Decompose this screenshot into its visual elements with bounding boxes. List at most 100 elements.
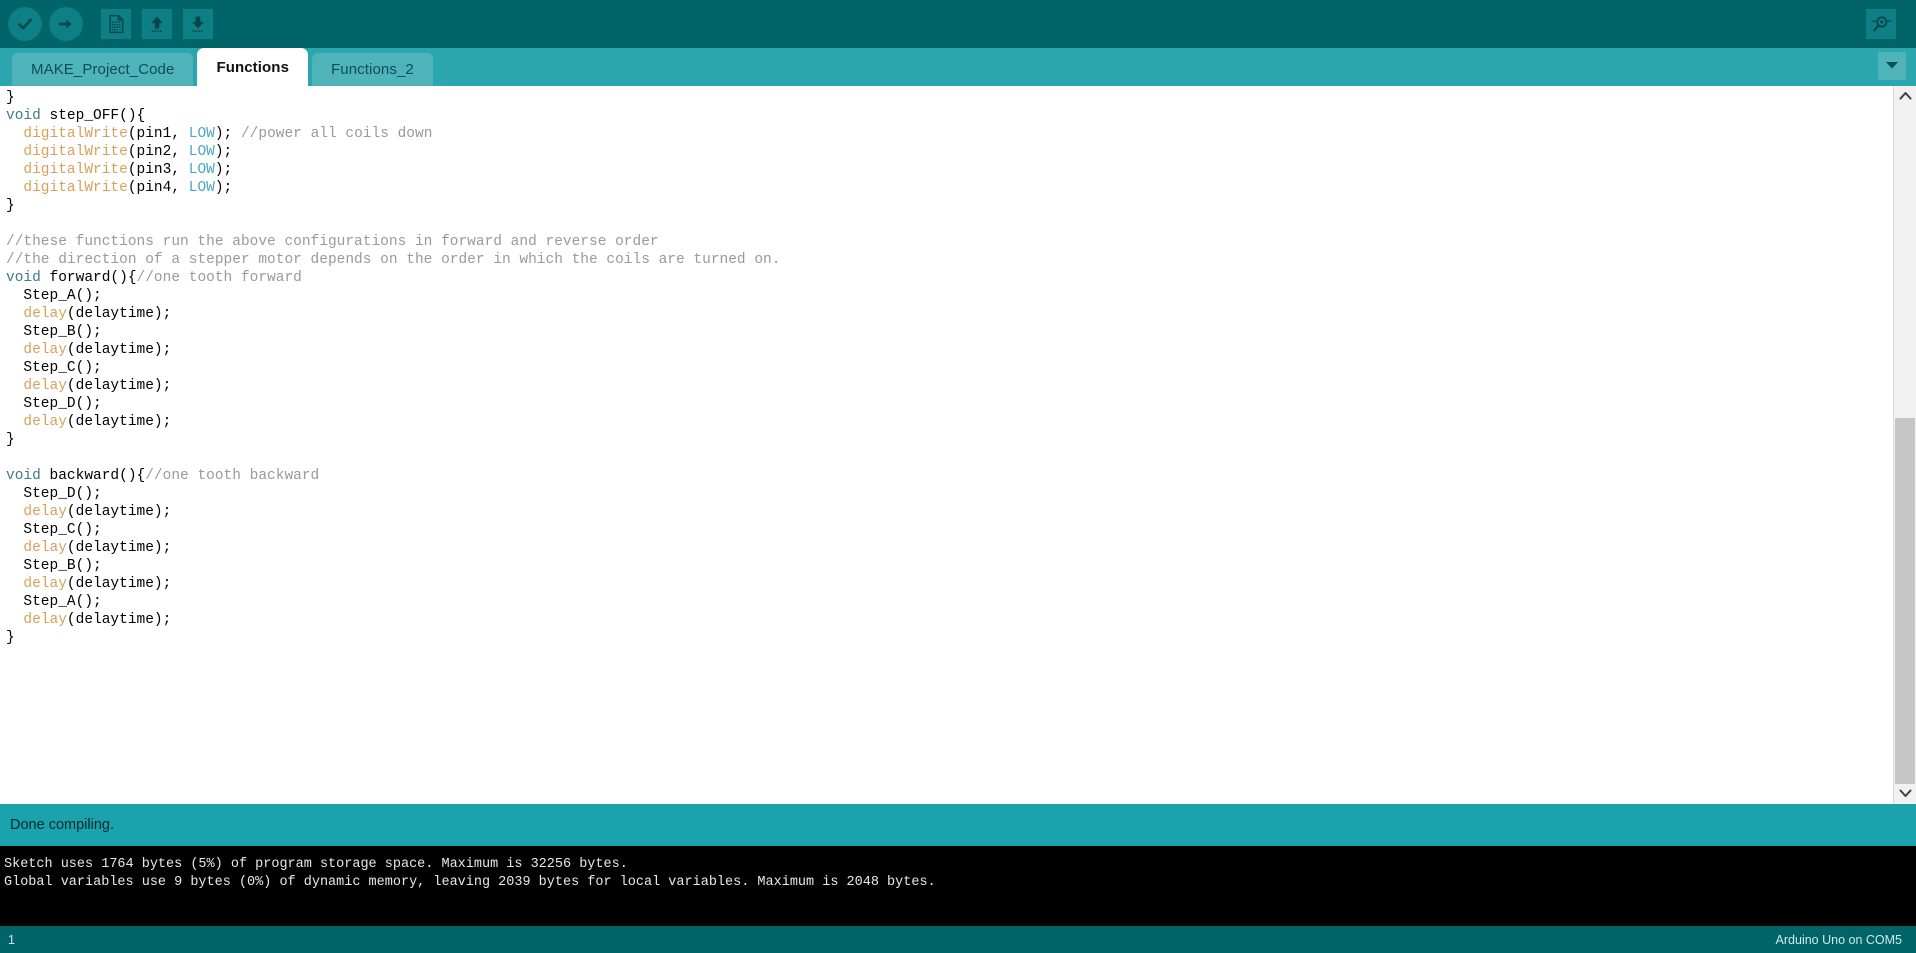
code-token: );: [214, 144, 233, 160]
code-token: //one tooth forward: [136, 270, 302, 286]
tab-label: MAKE_Project_Code: [31, 61, 175, 78]
code-token: void: [6, 108, 41, 124]
code-token: (delaytime);: [66, 504, 172, 520]
code-line: }: [6, 629, 1893, 647]
code-line: Step_C();: [6, 521, 1893, 539]
code-line: Step_A();: [6, 593, 1893, 611]
arrow-down-icon: [183, 9, 213, 39]
code-token: );: [214, 180, 233, 196]
code-token: delay: [23, 342, 67, 358]
code-token: }: [6, 630, 15, 646]
editor-area: } void step_OFF(){ digitalWrite(pin1, LOW…: [0, 86, 1916, 804]
code-line: void backward(){//one tooth backward: [6, 467, 1893, 485]
console-line: Global variables use 9 bytes (0%) of dyn…: [4, 875, 936, 890]
code-token: delay: [23, 540, 67, 556]
save-sketch-button[interactable]: [181, 7, 215, 41]
new-sketch-button[interactable]: [99, 7, 133, 41]
code-token: //the direction of a stepper motor depen…: [6, 252, 781, 268]
code-token: void: [6, 270, 41, 286]
board-port-info: Arduino Uno on COM5: [1775, 932, 1902, 947]
status-message: Done compiling.: [10, 817, 114, 833]
code-content: } void step_OFF(){ digitalWrite(pin1, LOW…: [0, 86, 1893, 647]
code-token: (delaytime);: [66, 342, 172, 358]
tab-overflow-menu-button[interactable]: [1878, 52, 1906, 80]
code-token: (delaytime);: [66, 414, 172, 430]
tab-make-project-code[interactable]: MAKE_Project_Code: [12, 53, 194, 86]
code-line: delay(delaytime);: [6, 413, 1893, 431]
code-line: delay(delaytime);: [6, 575, 1893, 593]
code-line: //these functions run the above configur…: [6, 233, 1893, 251]
upload-button[interactable]: [49, 7, 83, 41]
console-output[interactable]: Sketch uses 1764 bytes (5%) of program s…: [0, 846, 1916, 926]
code-token: digitalWrite: [23, 162, 128, 178]
magnifier-icon: [1866, 9, 1896, 39]
code-line: void step_OFF(){: [6, 107, 1893, 125]
code-token: (pin4,: [127, 180, 189, 196]
code-token: Step_A();: [6, 288, 102, 304]
code-token: digitalWrite: [23, 126, 128, 142]
tab-functions[interactable]: Functions: [197, 48, 309, 86]
code-token: (delaytime);: [66, 306, 172, 322]
code-token: Step_B();: [6, 324, 102, 340]
scroll-track[interactable]: [1894, 106, 1916, 784]
chevron-up-icon: [1899, 87, 1912, 105]
code-token: delay: [23, 378, 67, 394]
code-token: delay: [23, 612, 67, 628]
code-token: digitalWrite: [23, 144, 128, 160]
code-token: }: [6, 198, 15, 214]
code-line: digitalWrite(pin1, LOW); //power all coi…: [6, 125, 1893, 143]
scroll-down-button[interactable]: [1894, 784, 1916, 804]
arrow-up-icon: [142, 9, 172, 39]
code-token: Step_D();: [6, 486, 102, 502]
tab-label: Functions_2: [331, 61, 414, 78]
arrow-right-icon: [49, 7, 83, 41]
code-token: //these functions run the above configur…: [6, 234, 659, 250]
bottom-status-bar: 1 Arduino Uno on COM5: [0, 926, 1916, 953]
code-token: delay: [23, 414, 67, 430]
code-line: Step_D();: [6, 485, 1893, 503]
code-token: void: [6, 468, 41, 484]
code-token: (delaytime);: [66, 612, 172, 628]
console-line: Sketch uses 1764 bytes (5%) of program s…: [4, 857, 628, 872]
code-token: Step_C();: [6, 522, 102, 538]
editor-vertical-scrollbar[interactable]: [1893, 86, 1916, 804]
code-token: LOW: [188, 180, 215, 196]
code-token: forward(){: [40, 270, 137, 286]
compile-status-strip: Done compiling.: [0, 804, 1916, 846]
code-token: (delaytime);: [66, 378, 172, 394]
code-line: Step_D();: [6, 395, 1893, 413]
main-toolbar: [0, 0, 1916, 48]
code-token: (pin3,: [127, 162, 189, 178]
scroll-thumb[interactable]: [1895, 417, 1915, 784]
scroll-up-button[interactable]: [1894, 86, 1916, 106]
code-token: //one tooth backward: [145, 468, 320, 484]
serial-monitor-button[interactable]: [1864, 7, 1898, 41]
code-token: Step_D();: [6, 396, 102, 412]
code-token: digitalWrite: [23, 180, 128, 196]
code-token: (delaytime);: [66, 576, 172, 592]
code-line: digitalWrite(pin2, LOW);: [6, 143, 1893, 161]
code-token: LOW: [188, 126, 215, 142]
code-line: delay(delaytime);: [6, 305, 1893, 323]
code-token: Step_C();: [6, 360, 102, 376]
code-line: }: [6, 89, 1893, 107]
code-editor[interactable]: } void step_OFF(){ digitalWrite(pin1, LOW…: [0, 86, 1893, 804]
code-token: (pin2,: [127, 144, 189, 160]
code-line: delay(delaytime);: [6, 611, 1893, 629]
sketch-tab-bar: MAKE_Project_Code Functions Functions_2: [0, 48, 1916, 86]
tab-functions-2[interactable]: Functions_2: [312, 53, 433, 86]
code-line: Step_B();: [6, 557, 1893, 575]
code-line: Step_B();: [6, 323, 1893, 341]
code-line: delay(delaytime);: [6, 539, 1893, 557]
open-sketch-button[interactable]: [140, 7, 174, 41]
code-token: delay: [23, 576, 67, 592]
verify-compile-button[interactable]: [8, 7, 42, 41]
